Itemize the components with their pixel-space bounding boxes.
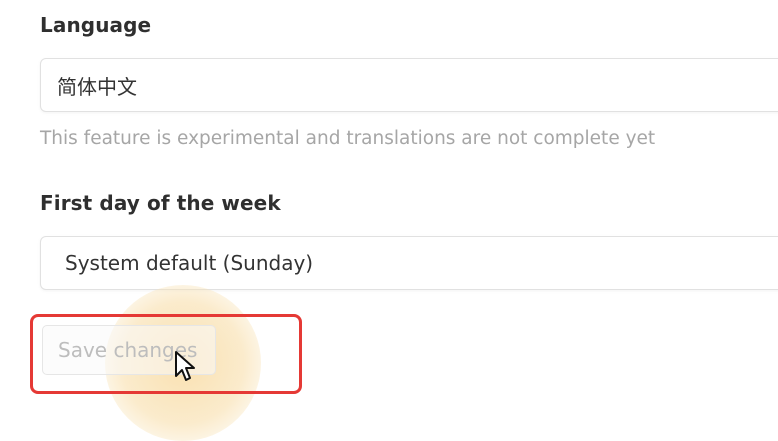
mouse-pointer-icon xyxy=(175,351,195,381)
first-day-selected-value: System default (Sunday) xyxy=(65,251,314,275)
first-day-label: First day of the week xyxy=(40,191,281,215)
language-help-text: This feature is experimental and transla… xyxy=(40,128,656,149)
language-label: Language xyxy=(40,13,152,37)
language-selected-value: 简体中文 xyxy=(57,74,137,99)
language-select[interactable]: 简体中文 xyxy=(40,58,778,112)
first-day-select[interactable]: System default (Sunday) xyxy=(40,236,778,290)
